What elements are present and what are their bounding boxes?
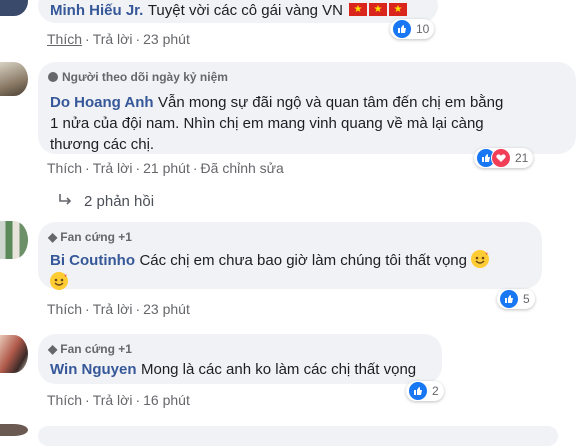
comment-body: Do Hoang Anh Vẫn mong sự đãi ngộ và quan… (50, 92, 503, 155)
reaction-count: 2 (432, 384, 439, 398)
comment-body: Win Nguyen Mong là các anh ko làm các ch… (50, 361, 416, 379)
edited-label[interactable]: Đã chỉnh sửa (201, 160, 284, 176)
like-reaction-icon (499, 289, 519, 309)
diamond-icon: ◆ (48, 230, 58, 244)
comment-text-line3: thương các chị. (50, 136, 155, 153)
love-reaction-icon (491, 148, 511, 168)
vietnam-flag-icon (389, 3, 408, 16)
comment-actions: Thích · Trả lời · 23 phút (47, 31, 190, 47)
badge: Người theo dõi ngày kỷ niệm (48, 70, 228, 84)
comment-text: Tuyệt vời các cô gái vàng VN (147, 2, 344, 19)
badge: ◆ Fan cứng +1 (48, 342, 132, 356)
view-replies-link[interactable]: 2 phản hồi (84, 193, 154, 210)
diamond-icon: ◆ (48, 342, 58, 356)
badge-label: Fan cứng +1 (60, 230, 132, 244)
reply-link[interactable]: Trả lời (93, 301, 133, 317)
like-link[interactable]: Thích (47, 392, 82, 408)
comment-text: Mong là các anh ko làm các chị thất vọng (140, 361, 417, 378)
reply-link[interactable]: Trả lời (93, 392, 133, 408)
comment-bubble (38, 426, 558, 446)
avatar[interactable] (0, 221, 28, 259)
comment-author[interactable]: Do Hoang Anh (50, 94, 154, 111)
badge: ◆ Fan cứng +1 (48, 230, 132, 244)
like-link[interactable]: Thích (47, 301, 82, 317)
avatar[interactable] (0, 335, 28, 373)
comment-body: Bi Coutinho Các chị em chưa bao giờ làm … (50, 250, 490, 294)
like-link[interactable]: Thích (47, 31, 82, 47)
vietnam-flag-icon (369, 3, 388, 16)
reaction-summary[interactable]: 21 (474, 148, 534, 168)
reply-arrow-icon (58, 193, 74, 212)
avatar[interactable] (0, 0, 28, 16)
like-reaction-icon (392, 19, 412, 39)
comment-actions: Thích · Trả lời · 21 phút · Đã chỉnh sửa (47, 160, 284, 176)
reaction-summary[interactable]: 2 (406, 381, 444, 401)
anniversary-badge-icon (48, 72, 58, 82)
comment-author[interactable]: Minh Hiếu Jr. (50, 2, 143, 19)
timestamp[interactable]: 21 phút (143, 160, 190, 176)
avatar[interactable] (0, 62, 28, 96)
comment-body: Minh Hiếu Jr. Tuyệt vời các cô gái vàng … (50, 2, 408, 20)
timestamp[interactable]: 23 phút (143, 301, 190, 317)
reply-link[interactable]: Trả lời (93, 31, 133, 47)
comment-text-line1: Vẫn mong sự đãi ngộ và quan tâm đến chị … (158, 94, 504, 111)
reaction-summary[interactable]: 10 (390, 19, 435, 39)
vietnam-flag-icon (349, 3, 368, 16)
timestamp[interactable]: 23 phút (143, 31, 190, 47)
badge-label: Người theo dõi ngày kỷ niệm (62, 70, 228, 84)
comment-actions: Thích · Trả lời · 16 phút (47, 392, 190, 408)
avatar[interactable] (0, 424, 28, 436)
smiling-face-with-hearts-emoji-icon (471, 250, 490, 268)
comment-author[interactable]: Bi Coutinho (50, 252, 135, 269)
smiling-face-with-hearts-emoji-icon (50, 272, 68, 290)
timestamp[interactable]: 16 phút (143, 392, 190, 408)
like-link[interactable]: Thích (47, 160, 82, 176)
reaction-count: 5 (523, 292, 530, 306)
reaction-count: 10 (416, 22, 430, 36)
comment-text-line2: 1 nửa của đội nam. Nhìn chị em mang vinh… (50, 115, 484, 132)
reaction-summary[interactable]: 5 (497, 289, 535, 309)
comment-text: Các chị em chưa bao giờ làm chúng tôi th… (139, 252, 467, 269)
badge-label: Fan cứng +1 (60, 342, 132, 356)
reply-link[interactable]: Trả lời (93, 160, 133, 176)
comment-actions: Thích · Trả lời · 23 phút (47, 301, 190, 317)
like-reaction-icon (408, 381, 428, 401)
reaction-count: 21 (515, 151, 529, 165)
comment-author[interactable]: Win Nguyen (50, 361, 137, 378)
